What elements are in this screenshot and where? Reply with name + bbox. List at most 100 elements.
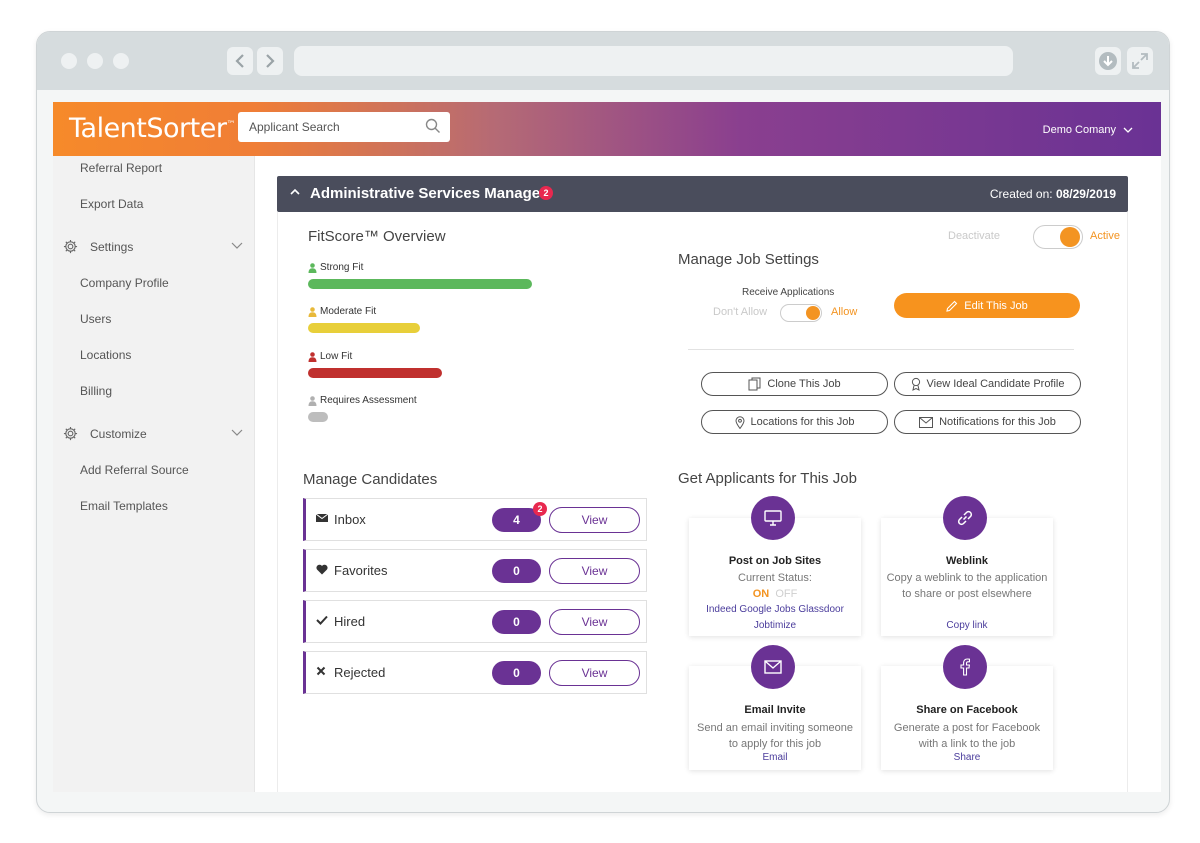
sidebar-item-email-templates[interactable]: Email Templates	[80, 499, 168, 513]
job-active-toggle[interactable]	[1033, 225, 1083, 249]
locations-job-label: Locations for this Job	[750, 416, 855, 428]
email-invite-title: Email Invite	[744, 704, 806, 716]
fit-label-text: Strong Fit	[320, 262, 364, 273]
sidebar-group-settings[interactable]: Settings	[63, 239, 245, 254]
sidebar-item-users[interactable]: Users	[80, 312, 111, 326]
chevron-up-icon[interactable]	[289, 186, 301, 198]
forward-button[interactable]	[257, 47, 283, 75]
job-notification-badge: 2	[539, 186, 553, 200]
monitor-icon[interactable]	[751, 496, 795, 540]
job-panel: FitScore™ Overview Strong Fit Moderate F…	[277, 212, 1128, 792]
active-label: Active	[1090, 230, 1120, 242]
applicant-search	[238, 112, 450, 142]
inbox-count-value: 4	[513, 513, 520, 527]
candidate-row-favorites: Favorites 0 View	[303, 549, 647, 592]
talentsorter-logo[interactable]: TalentSorter™	[69, 113, 235, 144]
notifications-job-button[interactable]: Notifications for this Job	[894, 410, 1081, 434]
back-button[interactable]	[227, 47, 253, 75]
notifications-job-label: Notifications for this Job	[939, 416, 1056, 428]
company-selector[interactable]: Demo Comany	[1043, 124, 1133, 136]
fit-label-requires-assessment: Requires Assessment	[308, 395, 417, 406]
pencil-icon	[946, 300, 958, 312]
dont-allow-label: Don't Allow	[713, 306, 768, 318]
fit-label-strong: Strong Fit	[308, 262, 363, 273]
sidebar-item-billing[interactable]: Billing	[80, 384, 112, 398]
close-icon	[316, 666, 326, 676]
main-content: Administrative Services Manager 2 Create…	[255, 156, 1161, 792]
fit-label-text: Moderate Fit	[320, 306, 377, 317]
applicant-search-input[interactable]	[249, 120, 419, 134]
company-name: Demo Comany	[1042, 124, 1116, 136]
edit-job-button[interactable]: Edit This Job	[894, 293, 1080, 318]
fit-bar-moderate[interactable]	[308, 323, 420, 333]
sidebar-item-locations[interactable]: Locations	[80, 348, 131, 362]
status-on[interactable]: ON	[753, 588, 770, 600]
job-site-jobtimize[interactable]: Jobtimize	[689, 620, 861, 631]
sidebar-item-referral-report[interactable]: Referral Report	[80, 161, 162, 175]
view-ideal-candidate-button[interactable]: View Ideal Candidate Profile	[894, 372, 1081, 396]
edit-job-label: Edit This Job	[964, 299, 1028, 312]
candidate-row-rejected: Rejected 0 View	[303, 651, 647, 694]
clone-job-label: Clone This Job	[767, 378, 841, 390]
allow-label: Allow	[831, 306, 858, 318]
sidebar-group-customize[interactable]: Customize	[63, 426, 245, 441]
clone-job-button[interactable]: Clone This Job	[701, 372, 888, 396]
get-applicants-title: Get Applicants for This Job	[678, 470, 857, 487]
app-viewport: TalentSorter™ Demo Comany Referral Repor…	[53, 102, 1161, 792]
inbox-count: 42	[492, 502, 547, 532]
gear-icon	[63, 239, 78, 254]
facebook-icon[interactable]	[943, 645, 987, 689]
copy-link[interactable]: Copy link	[881, 620, 1053, 631]
candidate-row-label: Rejected	[334, 665, 386, 680]
receive-applications-label: Receive Applications	[742, 287, 835, 298]
receive-applications-toggle[interactable]	[780, 304, 822, 322]
sidebar-item-company-profile[interactable]: Company Profile	[80, 276, 169, 290]
status-off[interactable]: OFF	[775, 588, 797, 600]
view-favorites-button[interactable]: View	[549, 558, 640, 584]
mail-icon[interactable]	[751, 645, 795, 689]
view-inbox-button[interactable]: View	[549, 507, 640, 533]
sidebar-group-label: Settings	[90, 239, 134, 254]
browser-window: TalentSorter™ Demo Comany Referral Repor…	[36, 31, 1170, 813]
created-label: Created on:	[989, 187, 1053, 201]
heart-icon	[316, 564, 328, 575]
expand-icon	[1132, 53, 1148, 69]
view-hired-button[interactable]: View	[549, 609, 640, 635]
address-bar[interactable]	[294, 46, 1013, 76]
fit-bar-requires-assessment[interactable]	[308, 412, 328, 422]
link-icon[interactable]	[943, 496, 987, 540]
chevron-left-icon	[235, 54, 244, 68]
post-job-sites-title: Post on Job Sites	[728, 555, 822, 567]
chevron-down-icon	[231, 429, 243, 436]
person-icon	[308, 395, 317, 406]
check-icon	[316, 615, 328, 625]
app-header: TalentSorter™ Demo Comany	[53, 102, 1161, 156]
chevron-down-icon	[1123, 127, 1133, 133]
email-link[interactable]: Email	[689, 752, 861, 763]
favorites-count: 0	[492, 559, 541, 583]
view-rejected-button[interactable]: View	[549, 660, 640, 686]
job-sites-links[interactable]: Indeed Google Jobs Glassdoor	[689, 604, 861, 615]
sidebar-item-export-data[interactable]: Export Data	[80, 197, 143, 211]
fullscreen-button[interactable]	[1127, 47, 1153, 75]
window-dot-close[interactable]	[61, 53, 77, 69]
job-title: Administrative Services Manager	[310, 185, 546, 202]
job-sites-status: ON OFF	[693, 586, 857, 602]
share-link[interactable]: Share	[881, 752, 1053, 763]
window-dot-minimize[interactable]	[87, 53, 103, 69]
download-button[interactable]	[1095, 47, 1121, 75]
locations-job-button[interactable]: Locations for this Job	[701, 410, 888, 434]
sidebar-group-label: Customize	[90, 426, 147, 441]
award-icon	[911, 377, 920, 391]
gear-icon	[63, 426, 78, 441]
facebook-share-description: Generate a post for Facebook with a link…	[893, 722, 1041, 750]
fit-bar-strong[interactable]	[308, 279, 532, 289]
person-icon	[308, 351, 317, 362]
search-icon[interactable]	[425, 118, 441, 139]
sidebar-item-add-referral-source[interactable]: Add Referral Source	[80, 463, 189, 477]
candidate-row-label: Inbox	[334, 512, 366, 527]
job-header-bar[interactable]: Administrative Services Manager 2 Create…	[277, 176, 1128, 212]
window-dot-maximize[interactable]	[113, 53, 129, 69]
view-ideal-candidate-label: View Ideal Candidate Profile	[926, 378, 1065, 390]
fit-bar-low[interactable]	[308, 368, 442, 378]
